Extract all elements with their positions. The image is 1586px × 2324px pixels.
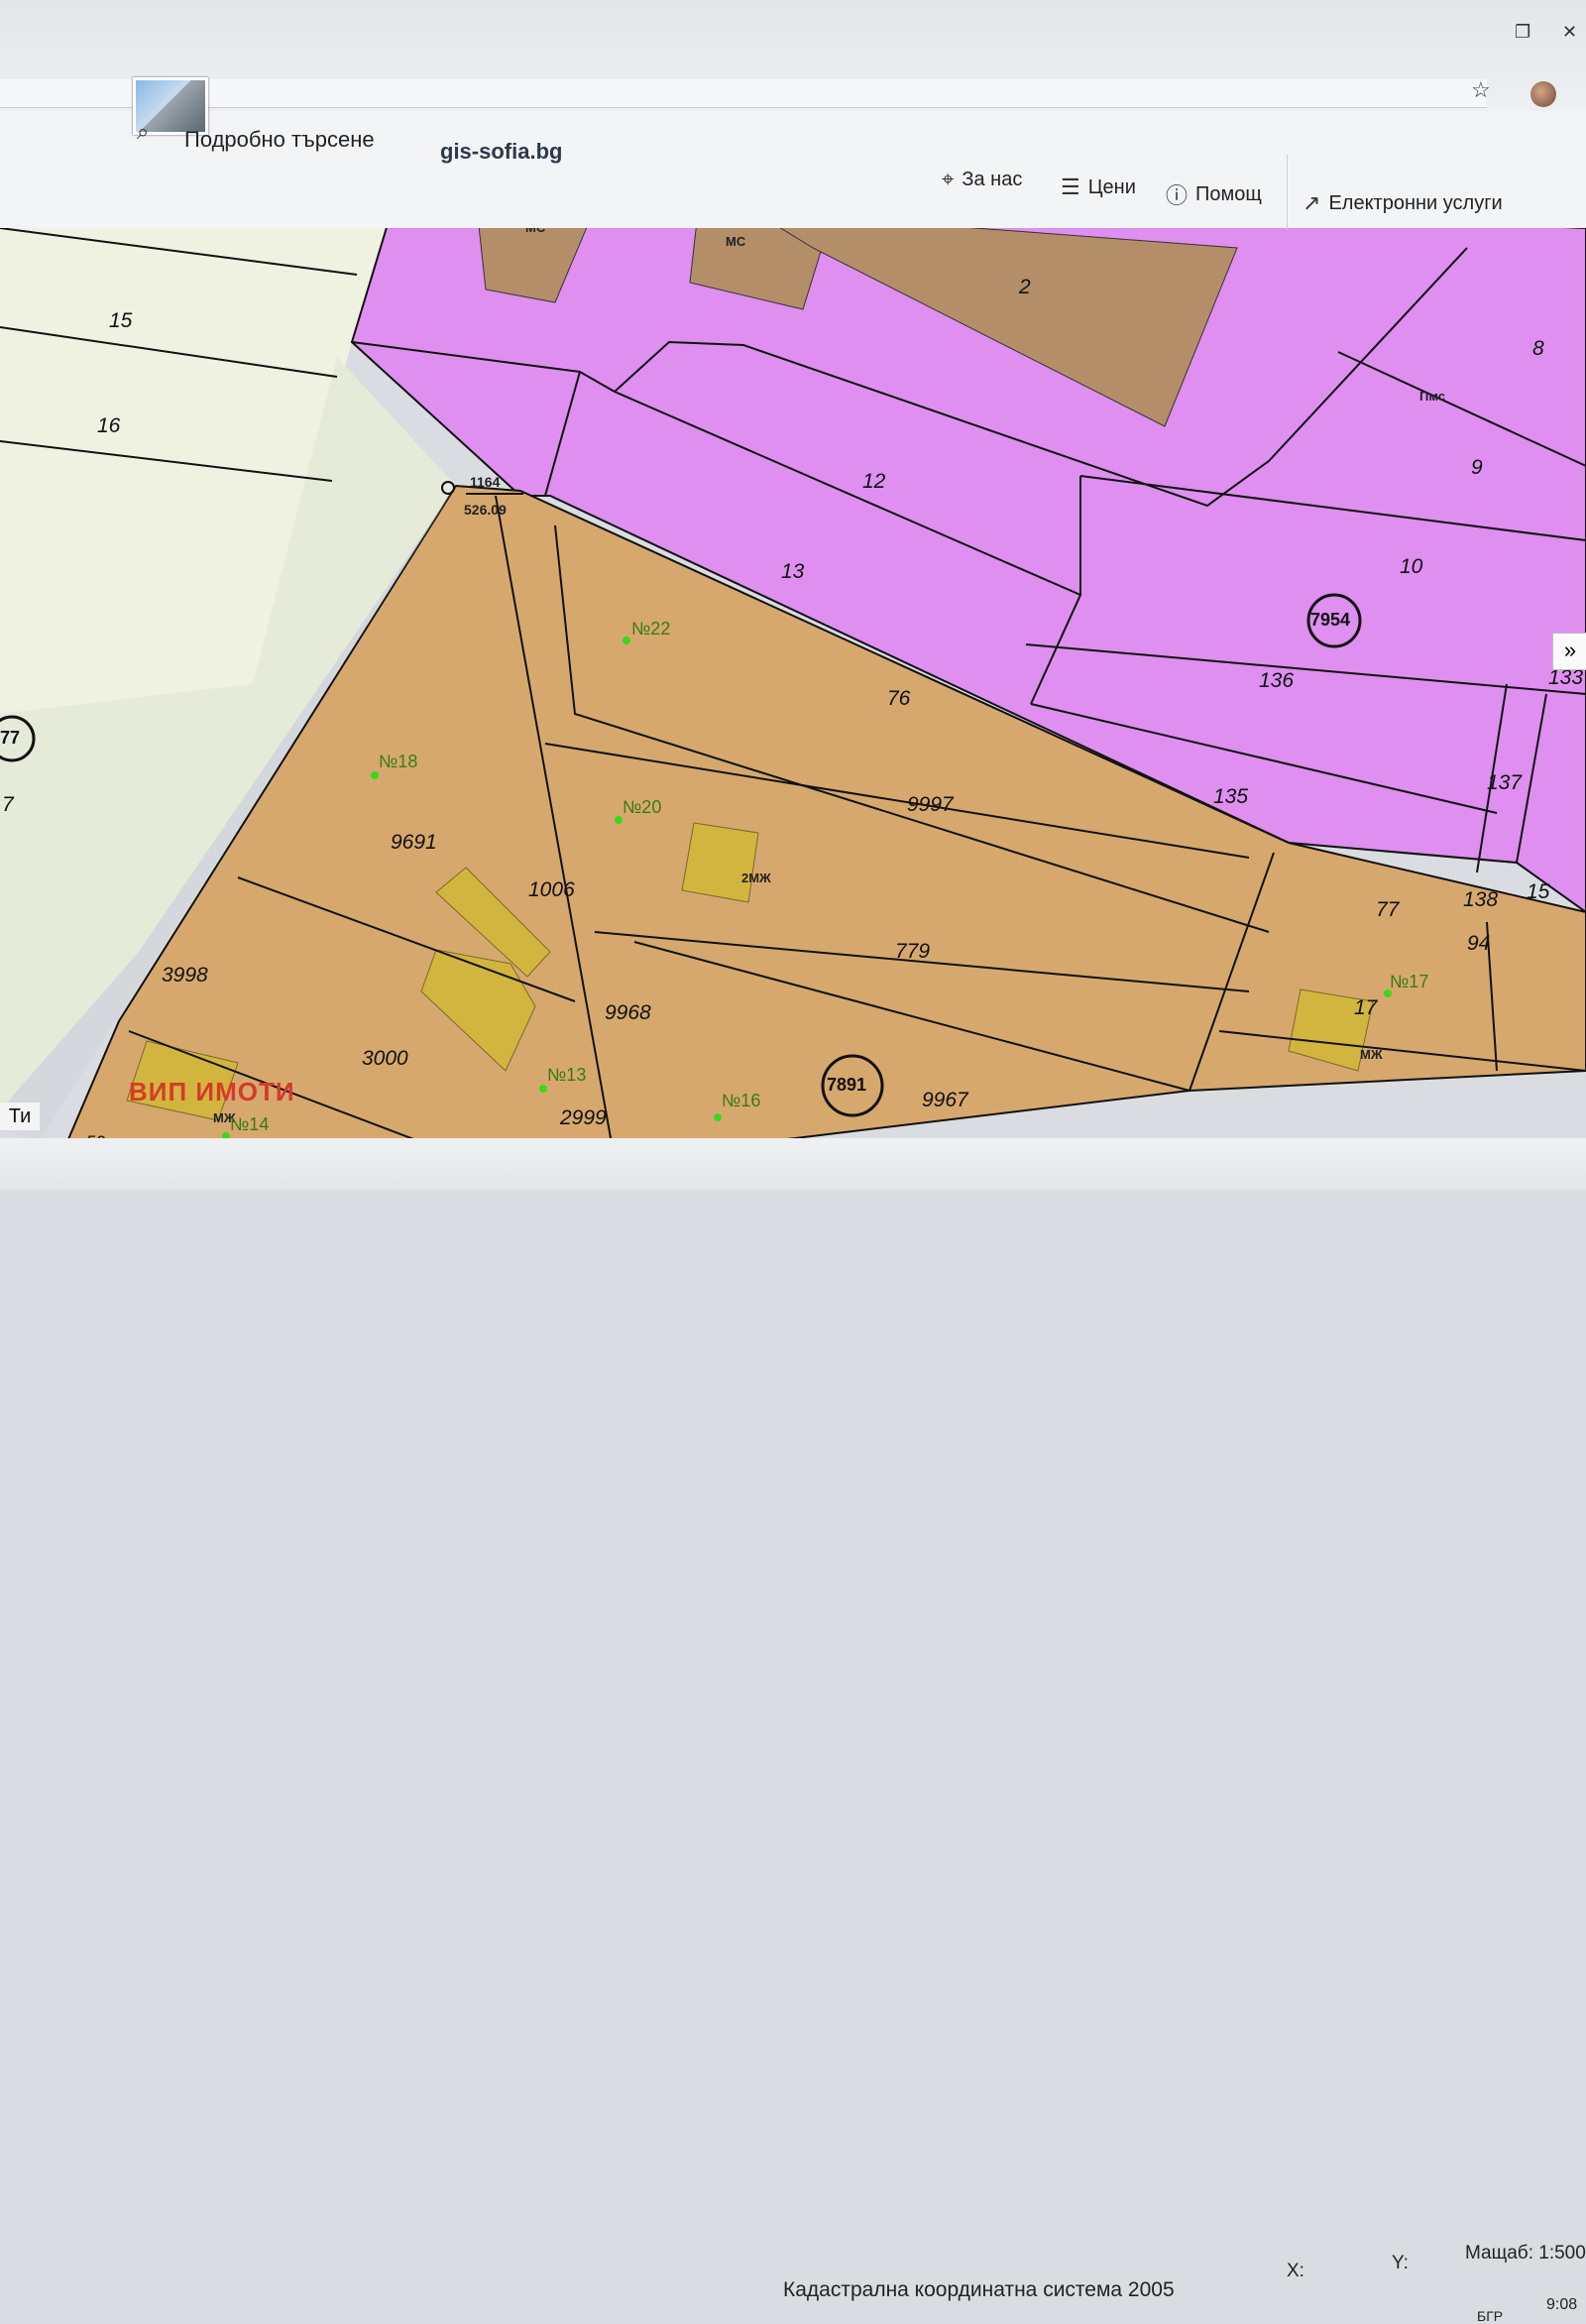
detail-search-link[interactable]: Подробно търсене [184,127,375,153]
nav-prices[interactable]: ☰ Цени [1061,174,1136,200]
coord-system-label: Кадастрална координатна система 2005 [783,2278,1175,2301]
nav-e-services[interactable]: ↗ Електронни услуги [1303,190,1503,216]
site-link[interactable]: gis-sofia.bg [440,139,562,165]
building-label: МЖ [1360,1047,1383,1062]
address-label: №20 [623,797,662,817]
clock: 9:08 [1546,2296,1578,2313]
nav-label: Цени [1087,175,1136,198]
survey-point-bottom: 526.09 [464,502,507,518]
parcel-label: 779 [895,940,931,963]
x-coord-label: X: [1287,2261,1304,2281]
parcel-label: 16 [97,414,121,437]
avatar[interactable] [1530,81,1556,107]
parcel-label: 13 [781,560,805,583]
parcel-label: 135 [1213,785,1249,808]
parcel-label: 9691 [391,831,437,854]
parcel-label: 76 [887,687,911,710]
parcel-label: 136 [1259,669,1295,692]
y-coord-label: Y: [1392,2253,1409,2273]
watermark: ВИП ИМОТИ [129,1077,295,1106]
parcel-label: 7 [2,793,14,816]
parcel-label: 10 [1400,555,1423,578]
parcel-label: 138 [1463,888,1499,911]
circled-label: 77 [0,728,21,748]
external-link-icon: ↗ [1303,190,1321,215]
nav-label: Помощ [1195,182,1262,205]
address-label: №13 [547,1065,587,1085]
price-list-icon: ☰ [1061,174,1080,199]
scale-readout: Мащаб: 1:500 [1465,2243,1586,2264]
nav-help[interactable]: ⓘ Помощ [1166,178,1262,210]
parcel-label: 12 [862,470,886,493]
parcel-label: 8 [1532,337,1544,360]
bookmark-star-icon[interactable]: ☆ [1471,77,1491,103]
nav-label: Електронни услуги [1328,191,1503,214]
parcel-label: 9 [1471,456,1483,479]
circled-label: 7891 [827,1075,867,1095]
parcel-label: 9967 [922,1089,968,1111]
parcel-label: 3998 [162,964,208,987]
address-point [714,1113,722,1121]
parcel-label: 77 [1376,898,1400,921]
parcel-label: 3000 [362,1047,408,1070]
search-icon[interactable]: ⌕ [137,119,149,145]
address-point [1384,989,1392,997]
maximize-icon[interactable]: ❐ [1515,22,1530,43]
address-point [615,816,623,824]
building-label: Пмс [1419,389,1446,404]
status-bar: Кадастрална координатна система 2005 X: … [0,1138,1586,2324]
address-label: №14 [230,1114,270,1134]
address-point [371,771,379,779]
nav-about[interactable]: ⌖ За нас [942,167,1022,192]
parcel-label: 9997 [907,793,954,816]
address-label: №16 [722,1091,761,1110]
circled-label: 7954 [1310,610,1351,630]
parcel-label: 1006 [528,878,575,901]
address-label: №18 [379,752,418,771]
help-icon: ⓘ [1166,183,1189,208]
nav-label: За нас [962,168,1023,190]
parcel-label: 137 [1487,771,1523,794]
parcel-label: 15 [109,309,133,332]
parcel-label: 9968 [605,1001,651,1024]
parcel-label: 94 [1467,932,1491,955]
language-indicator[interactable]: БГР [1477,2308,1503,2324]
address-point [539,1085,547,1093]
building-label: МС [726,234,746,249]
parcel-label: 17 [1354,996,1378,1019]
parcel-label: 2999 [560,1106,607,1129]
building-label: МЖ [213,1110,236,1125]
parcel-label: 2 [1019,276,1031,298]
corner-badge: Ти [0,1103,40,1130]
building-label: 2МЖ [741,871,771,885]
nav-divider [1287,155,1288,230]
location-pin-icon: ⌖ [942,167,955,191]
address-point [623,637,630,644]
address-bar[interactable] [0,79,1487,108]
address-label: №17 [1390,972,1429,991]
address-label: №22 [631,619,671,639]
parcel-label: 15 [1527,880,1550,903]
survey-point-top: 1164 [470,474,501,490]
close-icon[interactable]: ✕ [1562,22,1577,43]
expand-panel-button[interactable]: » [1552,633,1586,670]
